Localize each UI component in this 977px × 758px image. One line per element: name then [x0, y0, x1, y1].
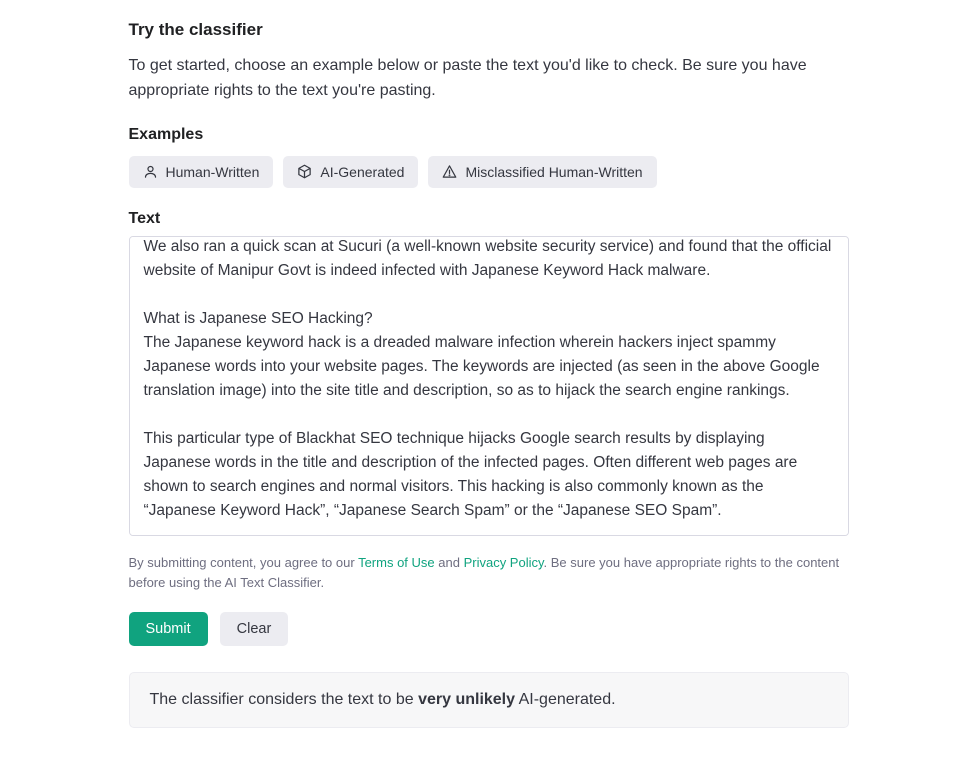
actions-row: Submit Clear [129, 612, 849, 646]
tos-text: By submitting content, you agree to our … [129, 553, 849, 595]
chip-label: Misclassified Human-Written [465, 164, 642, 180]
result-pre: The classifier considers the text to be [150, 691, 419, 708]
example-chips: Human-Written AI-Generated Misclassified… [129, 156, 849, 188]
tos-mid: and [435, 555, 464, 570]
examples-heading: Examples [129, 126, 849, 144]
text-input[interactable] [129, 236, 849, 536]
chip-label: Human-Written [166, 164, 260, 180]
result-panel: The classifier considers the text to be … [129, 672, 849, 728]
person-icon [143, 164, 158, 179]
cube-icon [297, 164, 312, 179]
page-title: Try the classifier [129, 20, 849, 40]
warning-icon [442, 164, 457, 179]
submit-button[interactable]: Submit [129, 612, 208, 646]
result-post: AI-generated. [515, 691, 616, 708]
chip-label: AI-Generated [320, 164, 404, 180]
example-chip-ai-generated[interactable]: AI-Generated [283, 156, 418, 188]
terms-link[interactable]: Terms of Use [358, 555, 435, 570]
result-verdict: very unlikely [418, 691, 515, 708]
tos-pre: By submitting content, you agree to our [129, 555, 359, 570]
clear-button[interactable]: Clear [220, 612, 289, 646]
example-chip-human-written[interactable]: Human-Written [129, 156, 274, 188]
privacy-link[interactable]: Privacy Policy [464, 555, 544, 570]
intro-text: To get started, choose an example below … [129, 54, 849, 104]
text-label: Text [129, 210, 849, 228]
example-chip-misclassified[interactable]: Misclassified Human-Written [428, 156, 656, 188]
